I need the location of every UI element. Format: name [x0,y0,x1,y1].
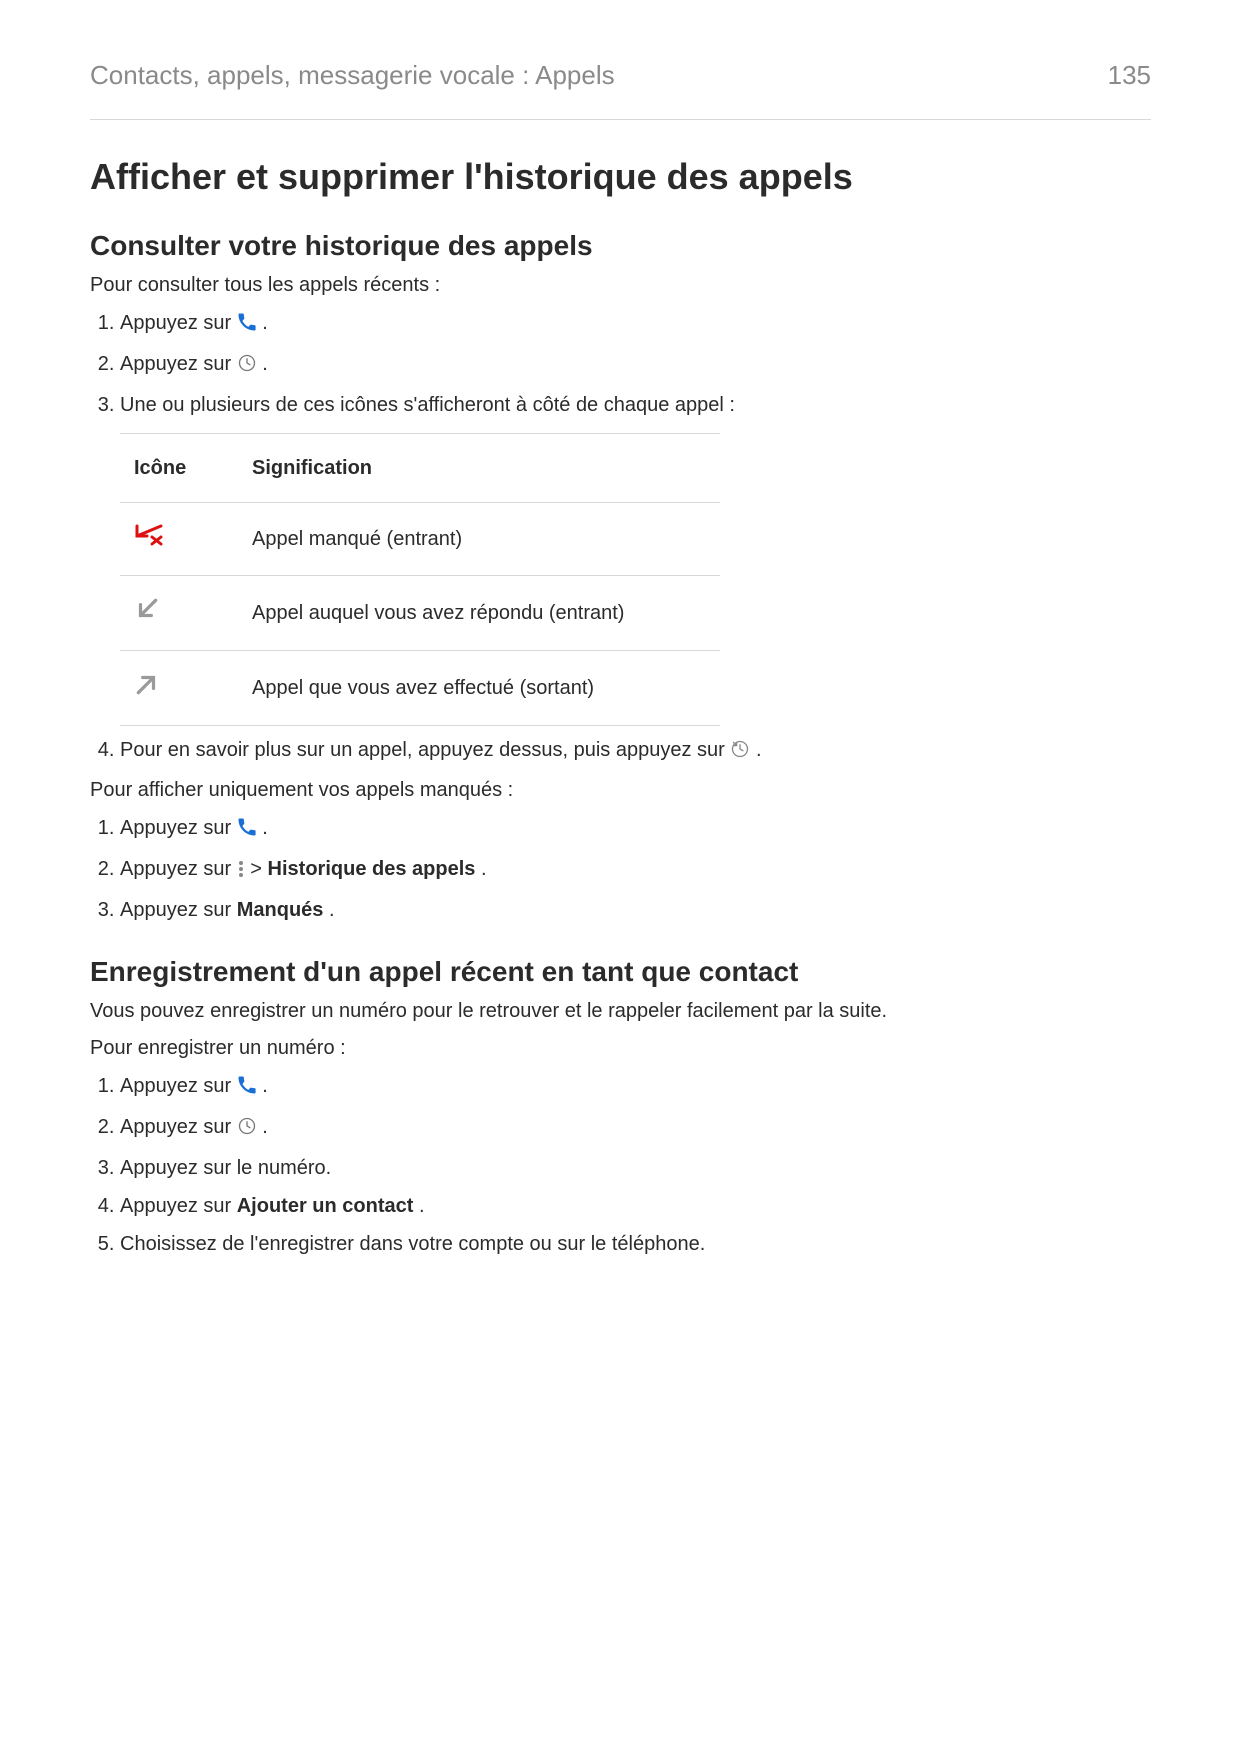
missed-call-icon [134,523,164,555]
incoming-call-icon [134,596,160,630]
th-meaning: Signification [238,434,720,503]
section-title-save-contact: Enregistrement d'un appel récent en tant… [90,956,1151,988]
list-item: Appuyez sur . [120,309,1151,340]
list-item: Appuyez sur . [120,350,1151,381]
list-item: Appuyez sur . [120,1113,1151,1144]
menu-item-missed: Manqués [237,899,324,921]
th-icon: Icône [120,434,238,503]
table-row: Appel manqué (entrant) [120,503,720,576]
page-number: 135 [1108,60,1151,91]
list-item: Appuyez sur . [120,1072,1151,1103]
td-meaning: Appel manqué (entrant) [238,503,720,576]
table-row: Appel auquel vous avez répondu (entrant) [120,576,720,651]
list-item: Choisissez de l'enregistrer dans votre c… [120,1230,1151,1258]
page-title: Afficher et supprimer l'historique des a… [90,156,1151,198]
breadcrumb: Contacts, appels, messagerie vocale : Ap… [90,60,615,91]
menu-item-history: Historique des appels [268,858,476,880]
phone-icon [237,312,257,340]
outgoing-call-icon [134,671,160,705]
list-item: Une ou plusieurs de ces icônes s'affiche… [120,391,1151,726]
list-item: Pour en savoir plus sur un appel, appuye… [120,736,1151,767]
table-row: Appel que vous avez effectué (sortant) [120,651,720,726]
list-item: Appuyez sur Manqués . [120,896,1151,924]
steps-missed-calls: Appuyez sur . Appuyez sur > Historique d… [90,814,1151,924]
list-item: Appuyez sur . [120,814,1151,845]
list-item: Appuyez sur Ajouter un contact . [120,1192,1151,1220]
list-item: Appuyez sur > Historique des appels . [120,855,1151,886]
phone-icon [237,1075,257,1103]
intro-text-missed: Pour afficher uniquement vos appels manq… [90,777,1151,804]
body-text: Vous pouvez enregistrer un numéro pour l… [90,998,1151,1025]
menu-item-add-contact: Ajouter un contact [237,1195,414,1217]
phone-icon [237,817,257,845]
steps-view-history: Appuyez sur . Appuyez sur . Une ou plusi… [90,309,1151,767]
call-details-icon [730,739,750,767]
page-header: Contacts, appels, messagerie vocale : Ap… [90,60,1151,120]
table-header-row: Icône Signification [120,434,720,503]
body-text: Pour enregistrer un numéro : [90,1035,1151,1062]
clock-icon [237,353,257,381]
steps-save-contact: Appuyez sur . Appuyez sur . Appuyez sur … [90,1072,1151,1258]
clock-icon [237,1116,257,1144]
intro-text: Pour consulter tous les appels récents : [90,272,1151,299]
td-meaning: Appel que vous avez effectué (sortant) [238,651,720,726]
list-item: Appuyez sur le numéro. [120,1154,1151,1182]
section-title-view-history: Consulter votre historique des appels [90,230,1151,262]
icon-meaning-table: Icône Signification Appel manqué (entran… [120,433,720,726]
td-meaning: Appel auquel vous avez répondu (entrant) [238,576,720,651]
more-vert-icon [237,858,245,886]
